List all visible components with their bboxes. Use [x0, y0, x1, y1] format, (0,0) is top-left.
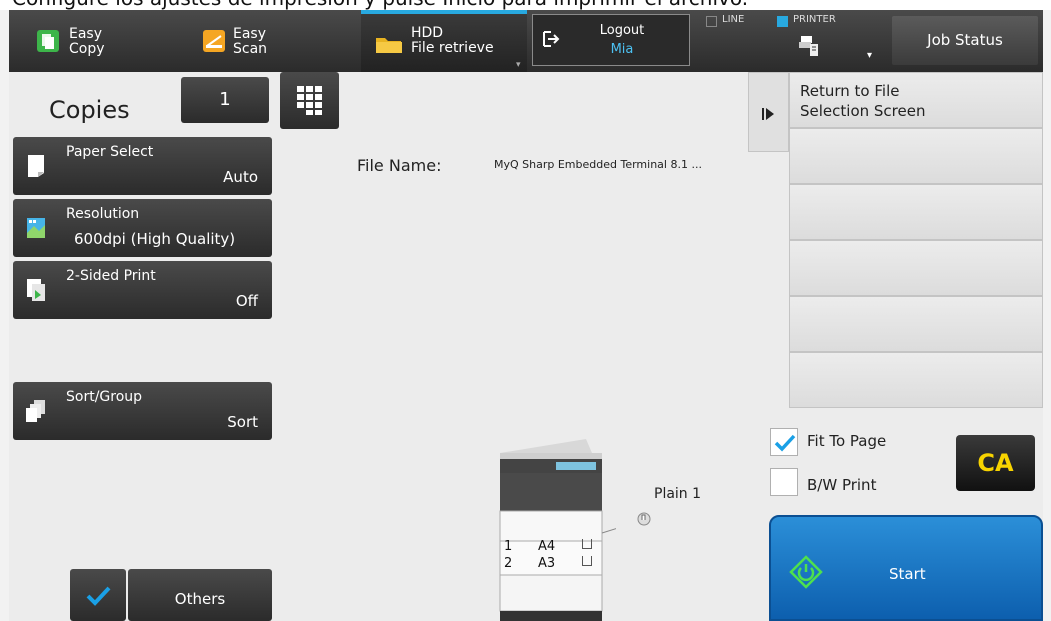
- logout-button[interactable]: Logout Mia: [532, 14, 690, 66]
- printer-expand-icon: ▾: [867, 50, 873, 61]
- tray-size: A4: [538, 539, 556, 554]
- copies-label: Copies: [49, 96, 130, 124]
- instruction-text: Configure los ajustes de impresión y pul…: [12, 0, 748, 10]
- sort-group-title: Sort/Group: [66, 389, 143, 405]
- copies-count-button[interactable]: 1: [181, 77, 269, 123]
- top-bar: Easy Copy Easy Scan HDD File retrieve ▾ …: [9, 10, 1043, 72]
- bw-print-label: B/W Print: [807, 476, 877, 494]
- collapse-panel-button[interactable]: [748, 72, 789, 152]
- list-item: [789, 296, 1043, 352]
- hdd-file-retrieve-tab[interactable]: HDD File retrieve ▾: [361, 10, 527, 72]
- numeric-keypad-button[interactable]: [280, 72, 339, 129]
- paper-type-label: Plain 1: [654, 486, 702, 502]
- paper-select-title: Paper Select: [66, 144, 154, 160]
- return-to-file-selection-label: Return to File Selection Screen: [800, 82, 926, 120]
- touch-pointer-icon: [636, 511, 652, 527]
- tray-row: 1 A4: [502, 539, 598, 555]
- two-sided-print-title: 2-Sided Print: [66, 268, 156, 284]
- list-item: [789, 240, 1043, 296]
- list-item: [789, 352, 1043, 408]
- printer-status-icon[interactable]: [799, 32, 821, 56]
- logout-label: Logout: [599, 23, 645, 38]
- fit-to-page-label: Fit To Page: [807, 432, 887, 450]
- file-name-label: File Name:: [357, 156, 442, 175]
- panel-toggle-icon: [762, 106, 776, 120]
- easy-scan-label: Easy Scan: [233, 26, 268, 57]
- list-item: [789, 128, 1043, 184]
- resolution-value: 600dpi (High Quality): [74, 230, 236, 248]
- printer-indicator-icon: [777, 16, 788, 27]
- fit-to-page-checkbox[interactable]: [770, 428, 798, 456]
- sort-group-button[interactable]: Sort/Group Sort: [13, 382, 272, 440]
- favorites-check-button[interactable]: [70, 569, 126, 621]
- instruction-caption: Configure los ajustes de impresión y pul…: [0, 0, 1051, 10]
- job-status-button[interactable]: Job Status: [892, 16, 1038, 65]
- logout-user: Mia: [610, 42, 634, 57]
- resolution-title: Resolution: [66, 206, 140, 222]
- tray-number: 2: [504, 556, 513, 571]
- checkmark-icon: [86, 586, 111, 606]
- printer-label: PRINTER: [793, 14, 836, 25]
- paper-select-button[interactable]: Paper Select Auto: [13, 137, 272, 195]
- start-button[interactable]: Start: [769, 515, 1043, 621]
- folder-icon: [375, 32, 403, 54]
- easy-scan-button[interactable]: Easy Scan: [169, 10, 359, 72]
- bw-print-checkbox[interactable]: [770, 468, 798, 496]
- printer-panel: Easy Copy Easy Scan HDD File retrieve ▾ …: [9, 10, 1043, 621]
- checkmark-icon: [774, 434, 796, 452]
- line-label: LINE: [722, 14, 745, 25]
- tray-icon: [582, 539, 592, 549]
- hdd-file-retrieve-label: HDD File retrieve: [411, 25, 494, 56]
- tray-number: 1: [504, 539, 513, 554]
- two-sided-print-value: Off: [235, 292, 258, 310]
- sort-group-value: Sort: [227, 413, 258, 431]
- tray-icon: [582, 556, 592, 566]
- return-to-file-selection-button[interactable]: Return to File Selection Screen: [789, 72, 1043, 128]
- duplex-icon: [25, 277, 47, 303]
- easy-copy-label: Easy Copy: [69, 26, 105, 57]
- tray-row: 2 A3: [502, 556, 598, 572]
- two-sided-print-button[interactable]: 2-Sided Print Off: [13, 261, 272, 319]
- start-label: Start: [889, 565, 926, 583]
- keypad-icon: [295, 84, 325, 116]
- paper-icon: [25, 153, 47, 179]
- tray-size: A3: [538, 556, 556, 571]
- easy-scan-icon: [203, 30, 225, 52]
- easy-copy-button[interactable]: Easy Copy: [9, 10, 169, 72]
- line-indicator-icon: [706, 16, 717, 27]
- tab-expand-icon: ▾: [516, 60, 521, 70]
- printer-graphic: [499, 439, 635, 621]
- resolution-icon: [25, 215, 47, 241]
- paper-select-value: Auto: [223, 168, 258, 186]
- printer-illustration: 1 A4 2 A3: [496, 435, 635, 621]
- clear-all-button[interactable]: CA: [956, 435, 1035, 491]
- list-item: [789, 184, 1043, 240]
- others-button[interactable]: Others: [128, 569, 272, 621]
- resolution-button[interactable]: Resolution 600dpi (High Quality): [13, 199, 272, 257]
- start-icon: [789, 555, 823, 589]
- action-list: Return to File Selection Screen: [789, 72, 1043, 409]
- file-name-value: MyQ Sharp Embedded Terminal 8.1 ...: [494, 158, 702, 171]
- easy-copy-icon: [37, 30, 59, 52]
- sort-group-icon: [25, 398, 47, 424]
